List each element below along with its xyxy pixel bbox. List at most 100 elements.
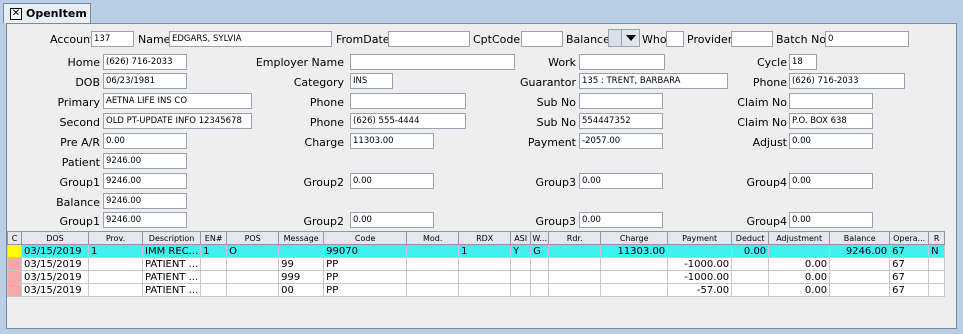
primary-field[interactable]: AETNA LIFE INS CO — [103, 93, 252, 109]
row-status-flag[interactable] — [7, 244, 22, 258]
row-status-flag[interactable] — [7, 283, 22, 297]
group2b-field[interactable]: 0.00 — [350, 212, 434, 228]
table-cell[interactable] — [510, 257, 532, 271]
phone-guarantor-field[interactable]: (626) 716-2033 — [789, 73, 905, 89]
table-cell[interactable] — [88, 270, 143, 284]
chevron-down-icon[interactable] — [621, 30, 639, 46]
payment-field[interactable]: -2057.00 — [579, 133, 663, 149]
column-header[interactable]: Mod. — [406, 231, 460, 245]
dob-field[interactable]: 06/23/1981 — [103, 73, 187, 89]
table-row[interactable]: 03/15/2019 1 IMM REC... 1 O 99070 1 Y G 11303.00 0… — [7, 244, 946, 258]
group3a-field[interactable]: 0.00 — [579, 173, 663, 189]
table-cell[interactable]: PATIENT ... — [141, 257, 202, 271]
table-cell[interactable] — [829, 283, 891, 297]
group1b-field[interactable]: 9246.00 — [103, 212, 187, 228]
table-cell[interactable]: 00 — [278, 283, 325, 297]
employer-field[interactable] — [350, 54, 515, 70]
table-cell[interactable] — [548, 244, 602, 258]
column-header[interactable]: RDX — [458, 231, 512, 245]
charge-field[interactable]: 11303.00 — [350, 133, 434, 149]
table-cell[interactable]: 67 — [889, 283, 930, 297]
table-cell[interactable] — [88, 257, 143, 271]
table-cell[interactable] — [458, 283, 512, 297]
table-cell[interactable]: 03/15/2019 — [21, 257, 89, 271]
column-header[interactable]: ASI — [510, 231, 532, 245]
table-cell[interactable] — [667, 244, 733, 258]
table-cell[interactable] — [226, 257, 280, 271]
group1a-field[interactable]: 9246.00 — [103, 173, 187, 189]
column-header[interactable]: Payment — [667, 231, 733, 245]
table-cell[interactable]: -1000.00 — [667, 257, 733, 271]
balance-select[interactable] — [608, 29, 640, 47]
table-cell[interactable] — [88, 283, 143, 297]
table-row[interactable]: 03/15/2019 PATIENT ... 00 PP -57.00 0.00 67 — [7, 283, 946, 297]
balance2-field[interactable]: 9246.00 — [103, 193, 187, 209]
table-cell[interactable]: 0.00 — [768, 257, 831, 271]
row-status-flag[interactable] — [7, 257, 22, 271]
home-field[interactable]: (626) 716-2033 — [103, 54, 187, 70]
table-cell[interactable] — [768, 244, 831, 258]
table-cell[interactable] — [200, 270, 228, 284]
table-cell[interactable] — [731, 257, 770, 271]
table-cell[interactable]: G — [530, 244, 550, 258]
table-cell[interactable] — [510, 270, 532, 284]
row-status-flag[interactable] — [7, 270, 22, 284]
close-icon[interactable]: ✕ — [10, 7, 22, 20]
column-header[interactable]: Rdr. — [548, 231, 602, 245]
table-cell[interactable]: Y — [510, 244, 532, 258]
column-header[interactable]: Deduct — [731, 231, 770, 245]
table-cell[interactable] — [548, 270, 602, 284]
column-header[interactable]: Code — [323, 231, 408, 245]
column-header[interactable]: W... — [530, 231, 550, 245]
batch-field[interactable]: 0 — [825, 31, 909, 47]
table-cell[interactable] — [406, 270, 460, 284]
cptcode-field[interactable] — [521, 31, 563, 47]
claimno-primary-field[interactable] — [789, 93, 873, 109]
column-header[interactable]: DOS — [21, 231, 89, 245]
column-header[interactable]: C — [7, 231, 22, 245]
table-cell[interactable]: PATIENT ... — [141, 283, 202, 297]
table-cell[interactable] — [600, 257, 669, 271]
column-header[interactable]: Adjustment — [768, 231, 831, 245]
subno-primary-field[interactable] — [579, 93, 663, 109]
provider-field[interactable] — [731, 31, 773, 47]
table-cell[interactable] — [731, 283, 770, 297]
who-field[interactable] — [666, 31, 684, 47]
table-cell[interactable]: 999 — [278, 270, 325, 284]
column-header[interactable]: Prov. — [88, 231, 143, 245]
table-cell[interactable]: PP — [323, 257, 408, 271]
table-cell[interactable]: 03/15/2019 — [21, 283, 89, 297]
table-cell[interactable]: -57.00 — [667, 283, 733, 297]
name-field[interactable]: EDGARS, SYLVIA — [169, 31, 332, 47]
table-cell[interactable] — [406, 283, 460, 297]
table-cell[interactable]: 67 — [889, 244, 930, 258]
column-header[interactable]: EN# — [200, 231, 228, 245]
tab-openitem[interactable]: ✕ OpenItem — [3, 3, 91, 23]
table-cell[interactable] — [530, 283, 550, 297]
guarantor-field[interactable]: 135 : TRENT, BARBARA — [579, 73, 728, 89]
table-cell[interactable]: IMM REC... — [141, 244, 202, 258]
column-header[interactable]: Message — [278, 231, 325, 245]
patient-field[interactable]: 9246.00 — [103, 153, 187, 169]
table-cell[interactable] — [928, 270, 946, 284]
table-row[interactable]: 03/15/2019 PATIENT ... 99 PP -1000.00 0.00 67 — [7, 257, 946, 271]
table-cell[interactable] — [829, 257, 891, 271]
table-cell[interactable] — [530, 257, 550, 271]
table-cell[interactable]: 1 — [88, 244, 143, 258]
table-cell[interactable]: 03/15/2019 — [21, 244, 89, 258]
table-cell[interactable] — [829, 270, 891, 284]
column-header[interactable]: Description — [141, 231, 202, 245]
column-header[interactable]: Charge — [600, 231, 669, 245]
table-cell[interactable] — [928, 257, 946, 271]
phone-second-field[interactable]: (626) 555-4444 — [350, 113, 466, 129]
table-cell[interactable] — [458, 270, 512, 284]
table-cell[interactable]: -1000.00 — [667, 270, 733, 284]
table-cell[interactable]: 67 — [889, 270, 930, 284]
table-cell[interactable]: 67 — [889, 257, 930, 271]
work-field[interactable] — [579, 54, 665, 70]
group3b-field[interactable]: 0.00 — [579, 212, 663, 228]
table-cell[interactable]: 1 — [458, 244, 512, 258]
table-cell[interactable]: PP — [323, 270, 408, 284]
table-cell[interactable]: N — [928, 244, 946, 258]
table-cell[interactable]: 1 — [200, 244, 228, 258]
